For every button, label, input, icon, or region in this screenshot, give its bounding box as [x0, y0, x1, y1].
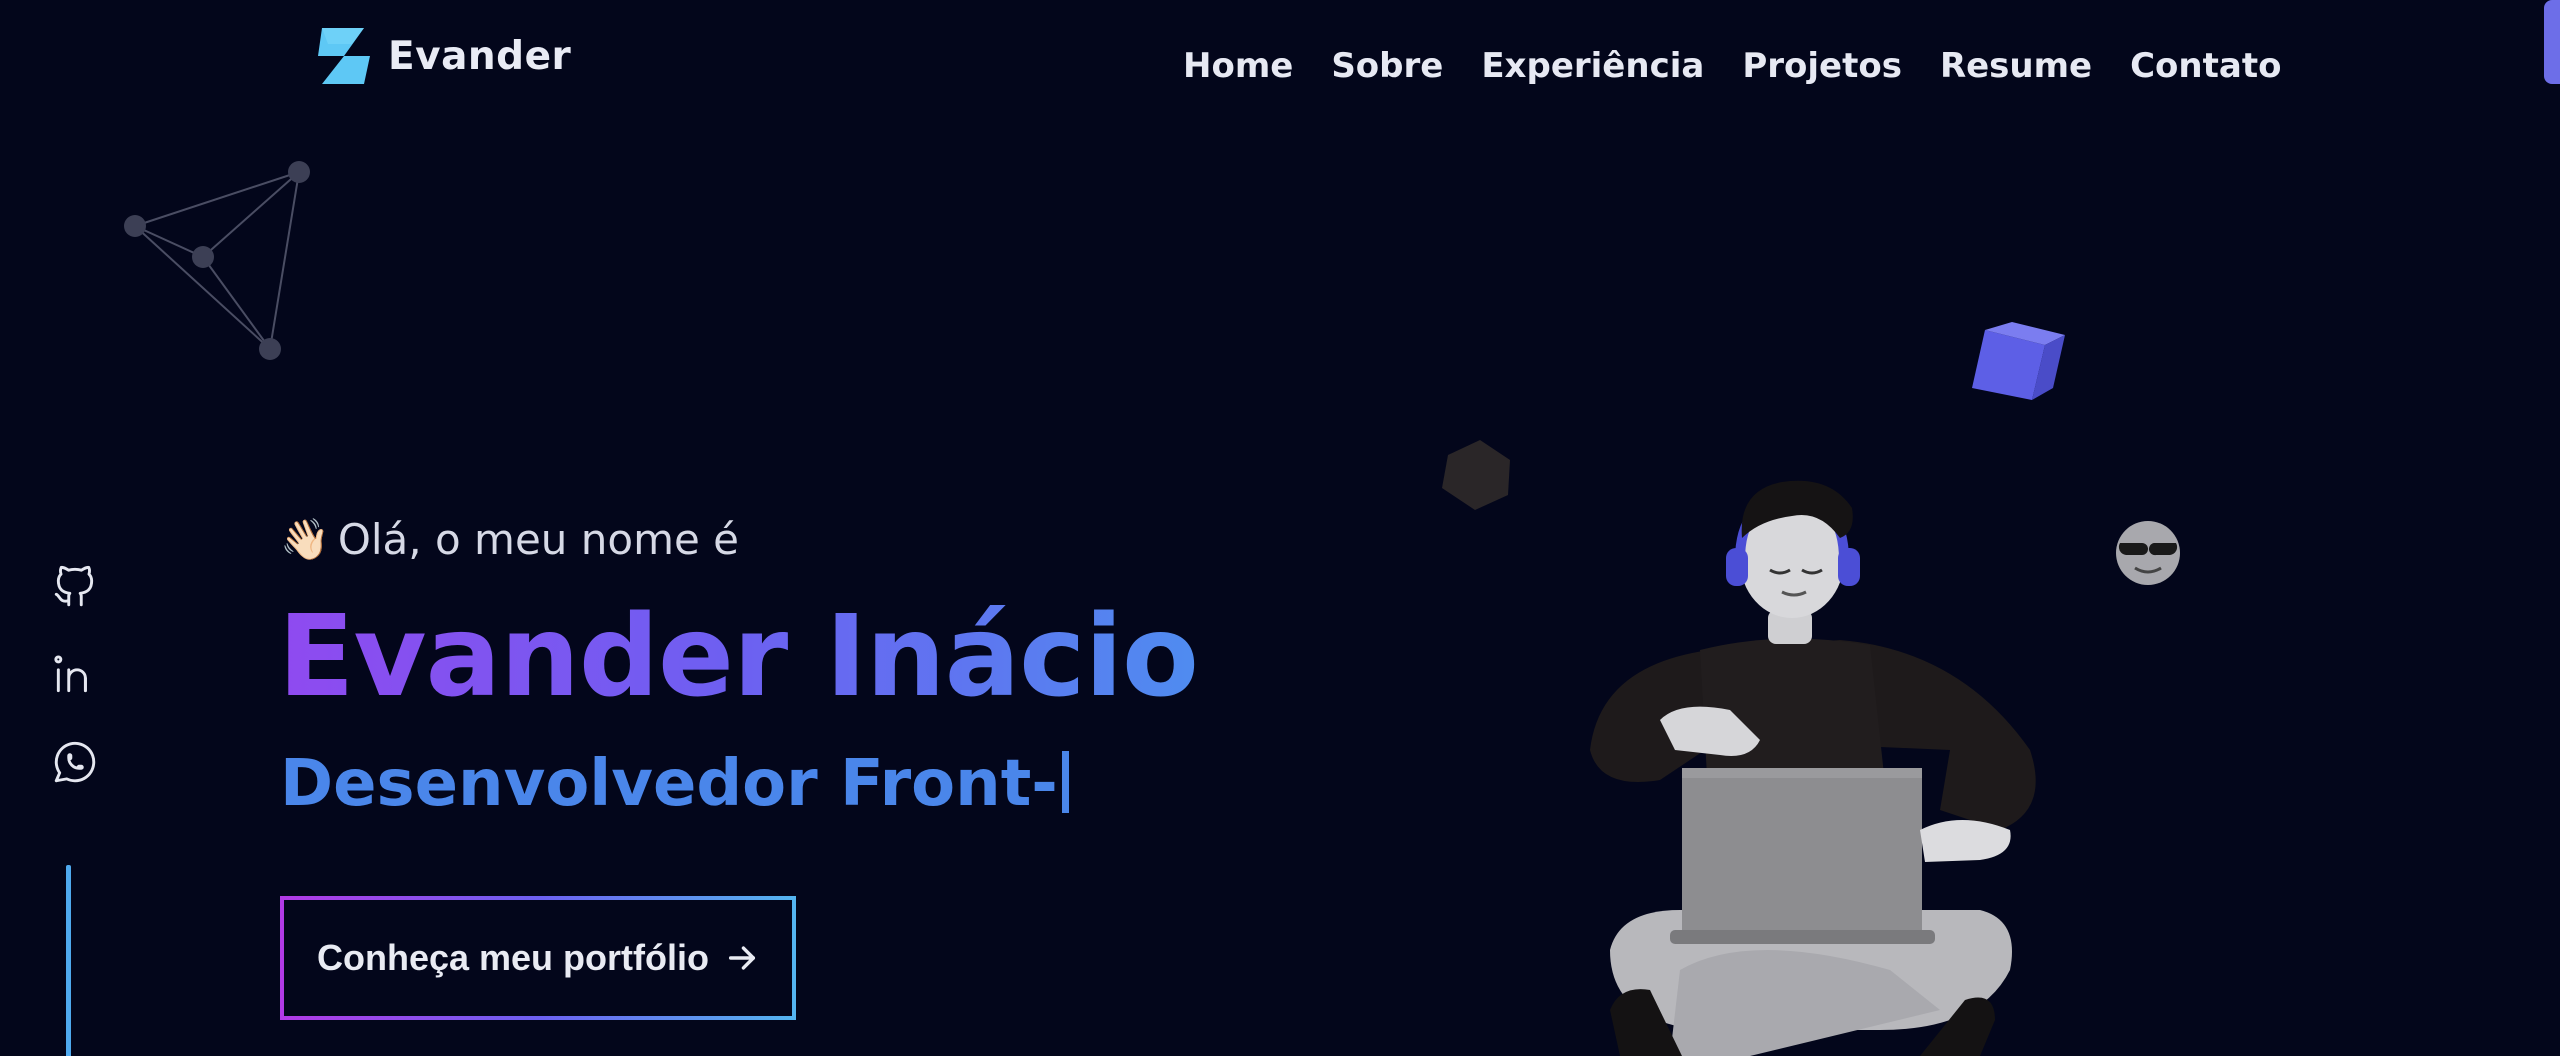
developer-illustration — [1442, 322, 2180, 1056]
hero-role-text: Desenvolvedor Front- — [280, 747, 1058, 821]
scrollbar-thumb[interactable] — [2544, 0, 2560, 84]
nav-sobre[interactable]: Sobre — [1331, 40, 1443, 92]
page: Evander Home Sobre Experiência Projetos … — [0, 0, 2560, 1056]
github-icon[interactable] — [50, 560, 100, 612]
nav-experiencia[interactable]: Experiência — [1481, 40, 1704, 92]
sunglasses-face-icon — [2116, 521, 2180, 585]
hero-role: Desenvolvedor Front- — [280, 742, 1069, 826]
lightning-bolt-icon — [318, 28, 370, 84]
brand-logo[interactable]: Evander — [314, 26, 571, 86]
whatsapp-icon[interactable] — [50, 736, 100, 788]
network-decoration-icon — [124, 161, 310, 360]
social-divider-line — [66, 865, 71, 1056]
nav-projetos[interactable]: Projetos — [1742, 40, 1902, 92]
main-nav: Home Sobre Experiência Projetos Resume C… — [1183, 40, 2281, 92]
arrow-right-icon — [728, 946, 756, 970]
portfolio-button[interactable]: Conheça meu portfólio — [280, 896, 796, 1020]
greeting-text: Olá, o meu nome é — [337, 515, 740, 564]
nav-home[interactable]: Home — [1183, 40, 1293, 92]
nav-resume[interactable]: Resume — [1940, 40, 2092, 92]
social-links — [50, 560, 100, 788]
nav-contato[interactable]: Contato — [2130, 40, 2281, 92]
laptop-shape — [1670, 768, 1935, 944]
linkedin-icon[interactable] — [50, 648, 100, 700]
hero-name: Evander Inácio — [278, 592, 1199, 722]
portfolio-button-label: Conheça meu portfólio — [316, 937, 709, 978]
blue-cube-shape — [1972, 322, 2065, 400]
dark-hexagon-shape — [1442, 440, 1510, 510]
typing-cursor — [1061, 751, 1069, 813]
hero-greeting: 👋🏻 Olá, o meu nome é — [280, 515, 739, 564]
waving-hand-icon: 👋🏻 — [280, 517, 330, 563]
brand-name: Evander — [388, 33, 572, 79]
